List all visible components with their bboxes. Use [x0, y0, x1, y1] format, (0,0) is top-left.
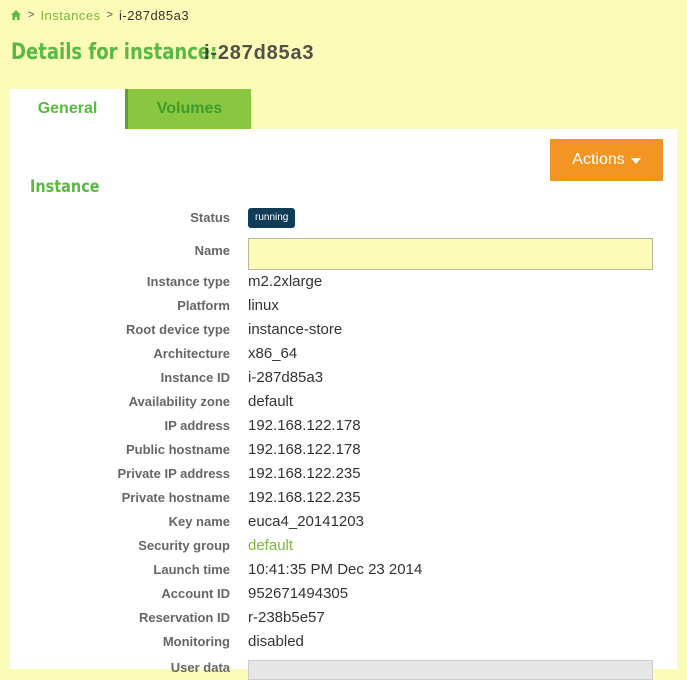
private-hostname-label: Private hostname: [121, 490, 230, 505]
launch-time-value: 10:41:35 PM Dec 23 2014: [248, 561, 423, 578]
account-id-value: 952671494305: [248, 585, 349, 602]
account-id-label: Account ID: [161, 586, 230, 601]
reservation-id-row: Reservation ID r-238b5e57: [10, 606, 677, 630]
availability-zone-value: default: [248, 393, 294, 410]
breadcrumb-instances-link[interactable]: Instances: [40, 8, 100, 23]
private-hostname-value: 192.168.122.235: [248, 489, 361, 506]
ip-address-value: 192.168.122.178: [248, 417, 361, 434]
launch-time-row: Launch time 10:41:35 PM Dec 23 2014: [10, 558, 677, 582]
instance-type-row: Instance type m2.2xlarge: [10, 270, 677, 294]
platform-label: Platform: [177, 298, 230, 313]
page-title: Details for instance: i-287d85a3: [11, 40, 314, 65]
name-field[interactable]: [248, 238, 653, 270]
public-hostname-row: Public hostname 192.168.122.178: [10, 438, 677, 462]
instance-type-label: Instance type: [146, 274, 230, 289]
status-badge: running: [248, 208, 296, 228]
reservation-id-value: r-238b5e57: [248, 609, 325, 626]
availability-zone-label: Availability zone: [128, 394, 230, 409]
public-hostname-value: 192.168.122.178: [248, 441, 361, 458]
architecture-label: Architecture: [153, 346, 230, 361]
monitoring-row: Monitoring disabled: [10, 630, 677, 654]
private-ip-value: 192.168.122.235: [248, 465, 361, 482]
root-device-type-value: instance-store: [248, 321, 343, 338]
actions-button[interactable]: Actions: [550, 139, 663, 181]
user-data-field[interactable]: [248, 660, 653, 680]
instance-id-value: i-287d85a3: [248, 369, 324, 386]
ip-address-label: IP address: [164, 418, 230, 433]
availability-zone-row: Availability zone default: [10, 390, 677, 414]
tab-bar: General Volumes: [10, 89, 251, 129]
key-name-label: Key name: [168, 514, 230, 529]
key-name-row: Key name euca4_20141203: [10, 510, 677, 534]
name-row: Name: [10, 238, 677, 270]
monitoring-label: Monitoring: [162, 634, 230, 649]
security-group-row: Security group default: [10, 534, 677, 558]
name-label: Name: [194, 243, 230, 258]
actions-label: Actions: [572, 151, 625, 168]
status-label: Status: [190, 210, 230, 225]
status-row: Status running: [10, 206, 677, 230]
private-ip-label: Private IP address: [117, 466, 231, 481]
platform-value: linux: [248, 297, 279, 314]
tab-general[interactable]: General: [10, 89, 125, 129]
key-name-value: euca4_20141203: [248, 513, 364, 530]
architecture-row: Architecture x86_64: [10, 342, 677, 366]
architecture-value: x86_64: [248, 345, 298, 362]
platform-row: Platform linux: [10, 294, 677, 318]
instance-type-value: m2.2xlarge: [248, 273, 323, 290]
section-title: Instance: [30, 177, 100, 197]
tab-volumes[interactable]: Volumes: [125, 89, 251, 129]
private-ip-row: Private IP address 192.168.122.235: [10, 462, 677, 486]
details-panel: Actions Instance Status running Name Ins…: [10, 129, 677, 680]
root-device-type-row: Root device type instance-store: [10, 318, 677, 342]
security-group-label: Security group: [138, 538, 230, 553]
breadcrumb-separator: >: [106, 9, 114, 21]
public-hostname-label: Public hostname: [125, 442, 230, 457]
user-data-row: User data: [10, 656, 677, 680]
launch-time-label: Launch time: [153, 562, 230, 577]
instance-id-row: Instance ID i-287d85a3: [10, 366, 677, 390]
security-group-link[interactable]: default: [248, 534, 293, 558]
page-title-prefix: Details for instance:: [11, 40, 218, 65]
account-id-row: Account ID 952671494305: [10, 582, 677, 606]
private-hostname-row: Private hostname 192.168.122.235: [10, 486, 677, 510]
home-icon[interactable]: [10, 9, 22, 21]
breadcrumb-current: i-287d85a3: [119, 7, 190, 23]
reservation-id-label: Reservation ID: [138, 610, 230, 625]
monitoring-value: disabled: [248, 633, 304, 650]
page-title-instance-id: i-287d85a3: [204, 42, 315, 64]
instance-id-label: Instance ID: [160, 370, 230, 385]
caret-down-icon: [630, 158, 641, 164]
root-device-type-label: Root device type: [125, 322, 230, 337]
breadcrumb-separator: >: [28, 9, 35, 21]
user-data-label: User data: [170, 660, 230, 675]
ip-address-row: IP address 192.168.122.178: [10, 414, 677, 438]
breadcrumb: > Instances > i-287d85a3: [10, 6, 189, 24]
